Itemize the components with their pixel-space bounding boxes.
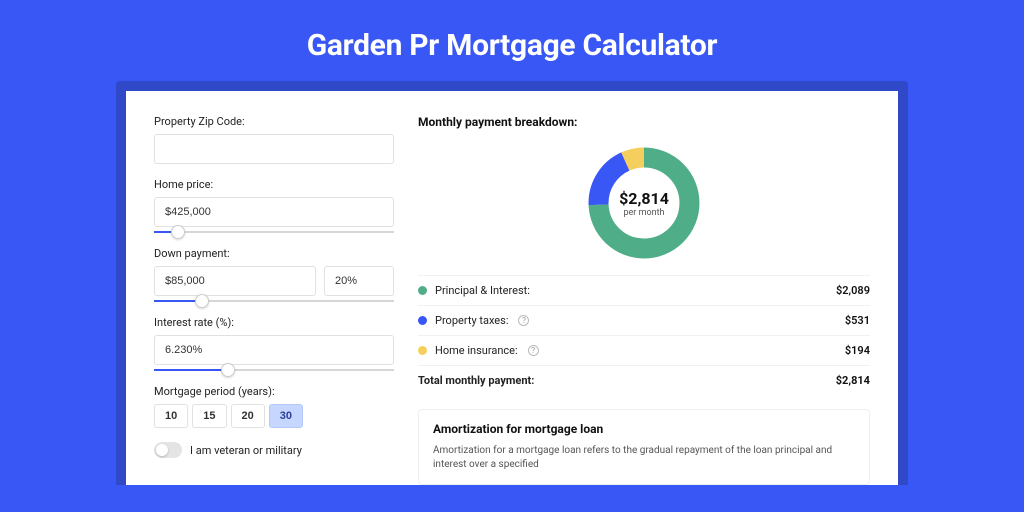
dot-insurance bbox=[418, 346, 427, 355]
legend-insurance: Home insurance: ? $194 bbox=[418, 335, 870, 365]
rate-slider[interactable] bbox=[154, 369, 394, 371]
info-icon[interactable]: ? bbox=[528, 345, 539, 356]
zip-input[interactable] bbox=[154, 134, 394, 164]
price-slider-thumb[interactable] bbox=[171, 225, 185, 239]
down-amount-input[interactable] bbox=[154, 266, 316, 296]
period-btn-10[interactable]: 10 bbox=[154, 404, 188, 428]
legend-taxes-amount: $531 bbox=[845, 314, 870, 327]
rate-input[interactable] bbox=[154, 335, 394, 365]
down-slider[interactable] bbox=[154, 300, 394, 302]
card-backdrop: Property Zip Code: Home price: Down paym… bbox=[116, 81, 908, 485]
period-btn-20[interactable]: 20 bbox=[231, 404, 265, 428]
donut-chart: $2,814 per month bbox=[584, 143, 704, 263]
donut-sub: per month bbox=[623, 208, 664, 218]
amortization-title: Amortization for mortgage loan bbox=[433, 422, 855, 436]
legend-total-amount: $2,814 bbox=[836, 374, 870, 387]
legend-principal-label: Principal & Interest: bbox=[435, 284, 530, 297]
page-title: Garden Pr Mortgage Calculator bbox=[0, 0, 1024, 81]
amortization-text: Amortization for a mortgage loan refers … bbox=[433, 444, 855, 472]
veteran-toggle[interactable] bbox=[154, 442, 182, 458]
period-btn-15[interactable]: 15 bbox=[192, 404, 226, 428]
legend-total: Total monthly payment: $2,814 bbox=[418, 365, 870, 395]
down-field: Down payment: bbox=[154, 247, 394, 302]
legend-insurance-label: Home insurance: bbox=[435, 344, 518, 357]
period-field: Mortgage period (years): 10 15 20 30 bbox=[154, 385, 394, 428]
period-button-group: 10 15 20 30 bbox=[154, 404, 394, 428]
amortization-section: Amortization for mortgage loan Amortizat… bbox=[418, 409, 870, 485]
legend-total-label: Total monthly payment: bbox=[418, 374, 534, 387]
donut-center: $2,814 per month bbox=[584, 143, 704, 263]
price-field: Home price: bbox=[154, 178, 394, 233]
dot-principal bbox=[418, 286, 427, 295]
inputs-column: Property Zip Code: Home price: Down paym… bbox=[154, 115, 394, 485]
breakdown-title: Monthly payment breakdown: bbox=[418, 115, 870, 129]
zip-field: Property Zip Code: bbox=[154, 115, 394, 164]
price-input[interactable] bbox=[154, 197, 394, 227]
donut-value: $2,814 bbox=[619, 189, 669, 208]
period-btn-30[interactable]: 30 bbox=[269, 404, 303, 428]
calculator-card: Property Zip Code: Home price: Down paym… bbox=[126, 91, 898, 485]
period-label: Mortgage period (years): bbox=[154, 385, 394, 398]
rate-label: Interest rate (%): bbox=[154, 316, 394, 329]
rate-slider-thumb[interactable] bbox=[221, 363, 235, 377]
veteran-row: I am veteran or military bbox=[154, 442, 394, 458]
breakdown-column: Monthly payment breakdown: $2,814 per mo… bbox=[418, 115, 870, 485]
price-slider[interactable] bbox=[154, 231, 394, 233]
legend-principal: Principal & Interest: $2,089 bbox=[418, 275, 870, 305]
zip-label: Property Zip Code: bbox=[154, 115, 394, 128]
legend-taxes: Property taxes: ? $531 bbox=[418, 305, 870, 335]
down-slider-thumb[interactable] bbox=[195, 294, 209, 308]
price-label: Home price: bbox=[154, 178, 394, 191]
legend-taxes-label: Property taxes: bbox=[435, 314, 508, 327]
legend-principal-amount: $2,089 bbox=[836, 284, 870, 297]
rate-field: Interest rate (%): bbox=[154, 316, 394, 371]
info-icon[interactable]: ? bbox=[518, 315, 529, 326]
veteran-label: I am veteran or military bbox=[190, 444, 302, 457]
donut-chart-wrap: $2,814 per month bbox=[418, 139, 870, 275]
legend-insurance-amount: $194 bbox=[845, 344, 870, 357]
dot-taxes bbox=[418, 316, 427, 325]
down-label: Down payment: bbox=[154, 247, 394, 260]
down-pct-input[interactable] bbox=[324, 266, 394, 296]
